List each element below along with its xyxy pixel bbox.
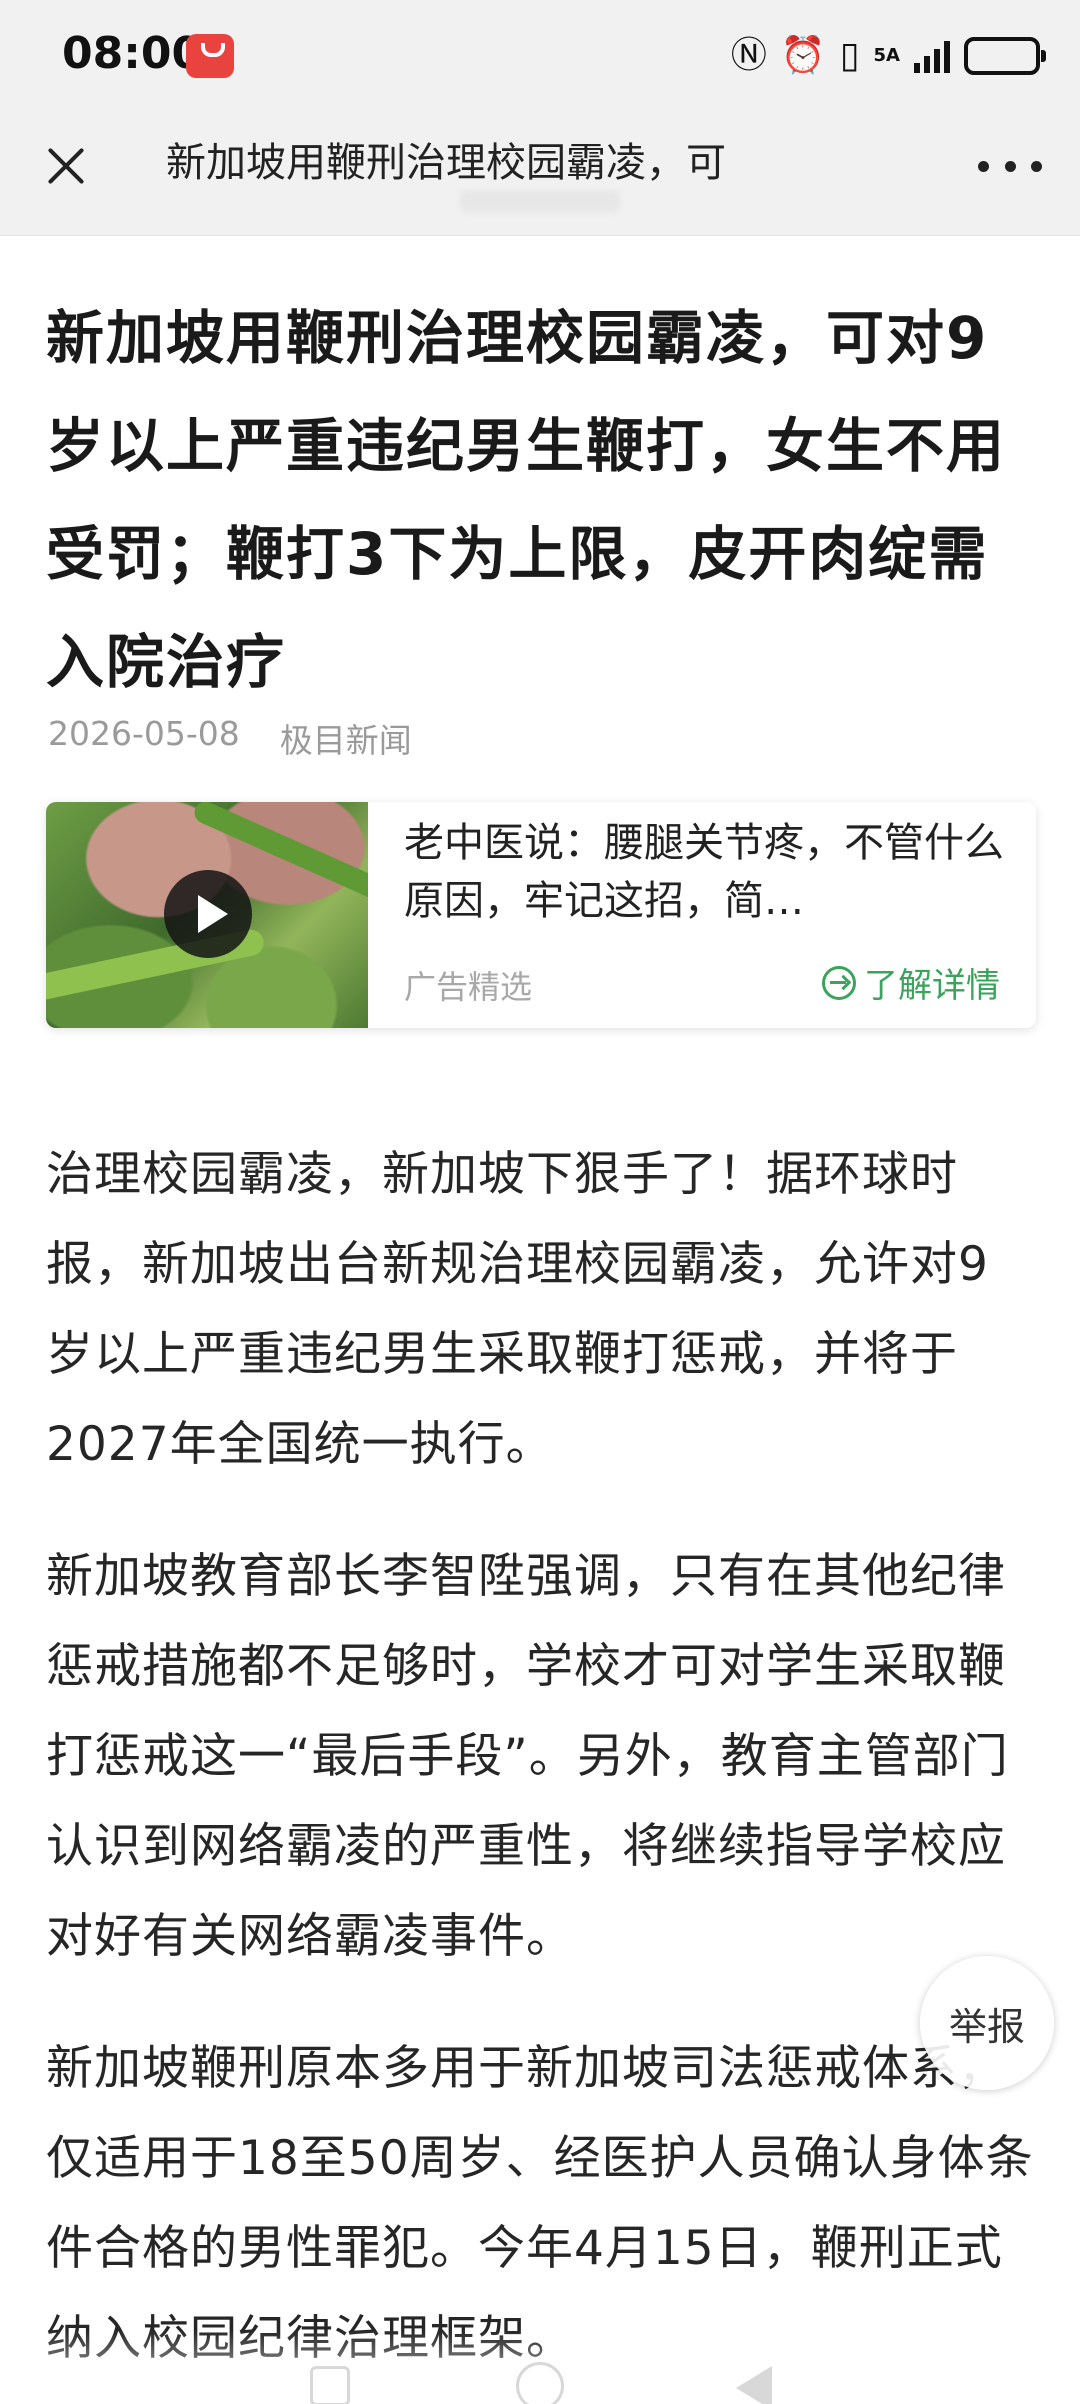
home-icon[interactable] <box>516 2362 564 2404</box>
alarm-icon: ⏰ <box>780 35 826 76</box>
report-button[interactable]: 举报 <box>920 1956 1054 2090</box>
article-paragraph: 新加坡教育部长李智陞强调，只有在其他纪律惩戒措施都不足够时，学校才可对学生采取鞭… <box>46 1549 1009 1964</box>
article-headline: 新加坡用鞭刑治理校园霸凌，可对9岁以上严重违纪男生鞭打，女生不用受罚；鞭打3下为… <box>46 304 1007 696</box>
play-icon[interactable] <box>164 870 252 958</box>
close-icon[interactable] <box>36 136 96 196</box>
vibrate-icon: ▯ <box>839 35 860 76</box>
article-paragraph: 治理校园霸凌，新加坡下狠手了！据环球时报，新加坡出台新规治理校园霸凌，允许对9岁… <box>46 1147 989 1472</box>
nav-title: 新加坡用鞭刑治理校园霸凌，可 <box>166 140 726 186</box>
signal-icon <box>914 39 950 73</box>
app-gallery-icon <box>186 34 234 78</box>
ad-text[interactable]: 老中医说：腰腿关节疼，不管什么原因，牢记这招，简… <box>404 814 1004 930</box>
recent-apps-icon[interactable] <box>310 2366 350 2404</box>
article-body: 治理校园霸凌，新加坡下狠手了！据环球时报，新加坡出台新规治理校园霸凌，允许对9岁… <box>46 1130 1036 2404</box>
ad-label: 广告精选 <box>404 968 533 1006</box>
network-type: 5A <box>873 45 900 66</box>
ad-link-label: 了解详情 <box>864 966 1000 1006</box>
ad-video-thumbnail[interactable] <box>46 802 368 1028</box>
status-time: 08:00 <box>62 28 203 79</box>
article-meta: 2026-05-08 极目新闻 <box>48 714 412 762</box>
battery-icon <box>964 37 1046 75</box>
nav-bar: 新加坡用鞭刑治理校园霸凌，可 <box>0 112 1080 236</box>
article-source[interactable]: 极目新闻 <box>280 714 412 762</box>
more-icon[interactable] <box>978 154 1042 178</box>
back-icon[interactable] <box>736 2366 772 2404</box>
arrow-right-circle-icon <box>822 965 856 1000</box>
status-icons: Ⓝ ⏰ ▯ 5A <box>730 32 1046 80</box>
ad-card[interactable]: 老中医说：腰腿关节疼，不管什么原因，牢记这招，简… 广告精选 了解详情 <box>46 802 1036 1028</box>
status-bar: 08:00 Ⓝ ⏰ ▯ 5A <box>0 0 1080 112</box>
nfc-icon: Ⓝ <box>730 35 767 76</box>
ad-learn-more-link[interactable]: 了解详情 <box>822 958 1000 1007</box>
nav-subtitle-blur <box>460 190 620 212</box>
article-date: 2026-05-08 <box>48 714 240 753</box>
